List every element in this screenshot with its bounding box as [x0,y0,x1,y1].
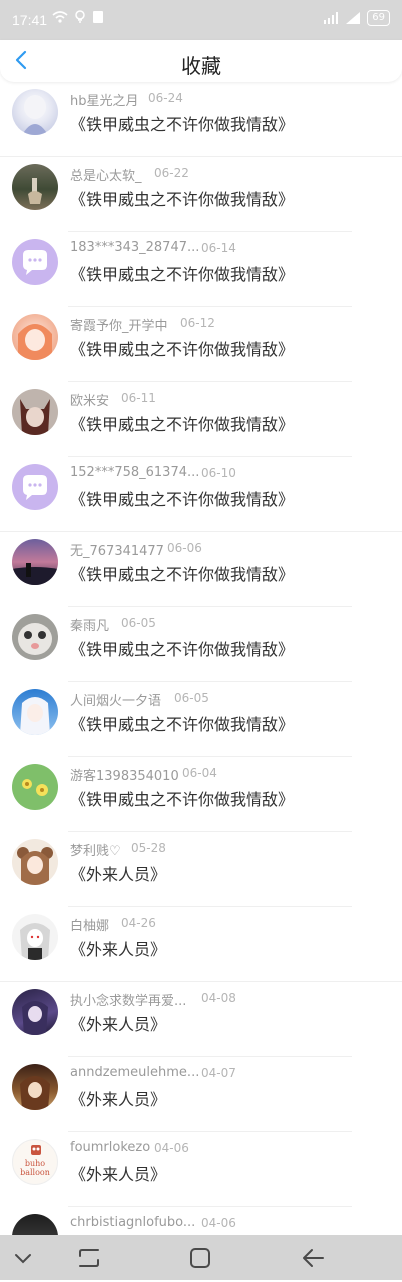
battery-level: 69 [367,10,390,26]
work-title[interactable]: 《铁甲威虫之不许你做我情敌》 [70,261,294,285]
username: 欧米安 [70,394,110,409]
avatar [12,239,58,285]
back-icon[interactable] [300,1245,326,1271]
list-item[interactable]: anndzemeulehme... 04-07 《外来人员》 [0,1057,402,1132]
status-icons-right: 69 [323,10,390,26]
list-item[interactable]: 白柚娜 04-26 《外来人员》 [0,907,402,982]
work-title[interactable]: 《铁甲威虫之不许你做我情敌》 [70,111,294,135]
username: 梦利贱♡ [70,844,121,859]
list-item[interactable]: buho balloon foumrlokezo 04-06 《外来人员》 [0,1132,402,1207]
date: 06-12 [180,316,215,330]
date: 06-24 [148,91,183,105]
work-title[interactable]: 《外来人员》 [70,861,166,885]
hd-icon [93,11,103,23]
work-title[interactable]: 《铁甲威虫之不许你做我情敌》 [70,561,294,585]
avatar [12,539,58,585]
date: 06-04 [182,766,217,780]
username: 白柚娜 [70,919,110,934]
location-icon [75,10,85,23]
list-item[interactable]: 总是心太软_ 06-22 《铁甲威虫之不许你做我情敌》 [0,157,402,232]
username: 总是心太软_ [70,169,142,184]
list-item[interactable]: 梦利贱♡ 05-28 《外来人员》 [0,832,402,907]
avatar [12,1064,58,1110]
list-item[interactable]: 欧米安 06-11 《铁甲威虫之不许你做我情敌》 [0,382,402,457]
list-item[interactable]: 人间烟火一夕语 06-05 《铁甲威虫之不许你做我情敌》 [0,682,402,757]
status-icons-left [52,10,104,24]
date: 06-06 [167,541,202,555]
header: 收藏 [0,40,402,82]
signal-icon-2 [346,12,361,24]
list-item[interactable]: 游客1398354010 06-04 《铁甲威虫之不许你做我情敌》 [0,757,402,832]
work-title[interactable]: 《外来人员》 [70,1011,166,1035]
date: 06-05 [121,616,156,630]
work-title[interactable]: 《外来人员》 [70,1086,166,1110]
work-title[interactable]: 《外来人员》 [70,1161,166,1185]
date: 06-14 [201,241,236,255]
list-item[interactable]: 执小念求数学再爱... 04-08 《外来人员》 [0,982,402,1057]
work-title[interactable]: 《铁甲威虫之不许你做我情敌》 [70,186,294,210]
username: 无_767341477 [70,544,164,559]
avatar [12,914,58,960]
work-title[interactable]: 《铁甲威虫之不许你做我情敌》 [70,711,294,735]
date: 04-06 [154,1141,189,1155]
page-title: 收藏 [181,54,221,78]
username: 152***758_61374... [70,465,200,480]
date: 04-06 [201,1216,236,1230]
avatar-logo-text: buho balloon [20,1159,50,1177]
date: 04-07 [201,1066,236,1080]
avatar [12,89,58,135]
date: 04-26 [121,916,156,930]
username: 秦雨凡 [70,619,110,634]
list-item[interactable]: 寄霞予你_开学中 06-12 《铁甲威虫之不许你做我情敌》 [0,307,402,382]
status-time: 17:41 [12,12,48,28]
avatar [12,314,58,360]
avatar [12,989,58,1035]
avatar [12,614,58,660]
username: anndzemeulehme... [70,1065,200,1080]
avatar [12,164,58,210]
recent-apps-icon[interactable] [76,1245,102,1271]
list-item[interactable]: 152***758_61374... 06-10 《铁甲威虫之不许你做我情敌》 [0,457,402,532]
date: 06-22 [154,166,189,180]
home-icon[interactable] [187,1245,213,1271]
username: chrbistiagnlofubo... [70,1215,196,1230]
work-title[interactable]: 《外来人员》 [70,936,166,960]
username: hb星光之月 [70,94,139,109]
work-title[interactable]: 《铁甲威虫之不许你做我情敌》 [70,786,294,810]
username: 执小念求数学再爱... [70,994,187,1009]
list-item[interactable]: 秦雨凡 06-05 《铁甲威虫之不许你做我情敌》 [0,607,402,682]
username: 人间烟火一夕语 [70,694,162,709]
work-title[interactable]: 《铁甲威虫之不许你做我情敌》 [70,636,294,660]
signal-icon [324,12,339,24]
date: 06-05 [174,691,209,705]
avatar: buho balloon [12,1139,58,1185]
list-item[interactable]: 183***343_28747... 06-14 《铁甲威虫之不许你做我情敌》 [0,232,402,307]
username: 游客1398354010 [70,769,179,784]
avatar [12,764,58,810]
date: 04-08 [201,991,236,1005]
username: 183***343_28747... [70,240,200,255]
username: foumrlokezo [70,1140,151,1155]
chevron-down-icon[interactable] [10,1245,36,1271]
work-title[interactable]: 《铁甲威虫之不许你做我情敌》 [70,411,294,435]
list-item[interactable]: hb星光之月 06-24 《铁甲威虫之不许你做我情敌》 [0,82,402,157]
wifi-icon [52,11,68,23]
date: 05-28 [131,841,166,855]
status-bar: 17:41 69 [0,0,402,40]
work-title[interactable]: 《铁甲威虫之不许你做我情敌》 [70,336,294,360]
avatar [12,464,58,510]
date: 06-10 [201,466,236,480]
avatar [12,689,58,735]
username: 寄霞予你_开学中 [70,319,168,334]
date: 06-11 [121,391,156,405]
work-title[interactable]: 《铁甲威虫之不许你做我情敌》 [70,486,294,510]
avatar [12,839,58,885]
avatar [12,389,58,435]
system-nav-bar [0,1235,402,1280]
list-item[interactable]: 无_767341477 06-06 《铁甲威虫之不许你做我情敌》 [0,532,402,607]
